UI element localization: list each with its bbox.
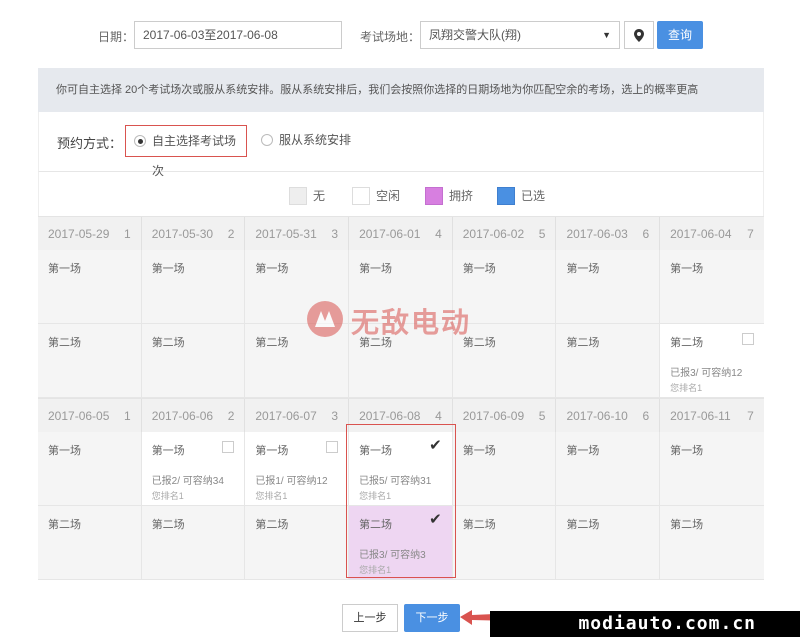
venue-label: 考试场地： (360, 30, 421, 44)
query-button[interactable]: 查询 (657, 21, 703, 49)
capacity-text: 已报3/ 可容纳3 (359, 550, 426, 561)
day-header: 2017-06-07 3 (245, 399, 350, 432)
day-header: 2017-05-30 2 (142, 217, 246, 250)
mode-option-self-select[interactable]: 自主选择考试场次 (125, 125, 247, 178)
legend-label: 拥挤 (449, 189, 474, 203)
day-header: 2017-06-02 5 (453, 217, 557, 250)
session-cell: 第二场 (556, 324, 661, 398)
legend-swatch (425, 187, 443, 205)
filter-bar: 日期： 2017-06-03至2017-06-08 考试场地： 凤翔交警大队(翔… (0, 0, 800, 68)
checkmark-icon[interactable]: ✔ (429, 436, 442, 454)
legend-item-selected: 已选 (497, 187, 545, 205)
session-row: 第二场 第二场 第二场 第二场 ✔ 已报3/ 可容纳3 您排名1 第二场 第二场… (38, 506, 764, 580)
day-header: 2017-06-11 7 (670, 408, 754, 423)
capacity-text: 已报2/ 可容纳34 (151, 476, 224, 487)
legend: 无 空闲 拥挤 已选 (38, 172, 764, 216)
session-cell: 第一场 (660, 432, 764, 506)
session-cell: 第二场 (141, 506, 246, 580)
location-pin-button[interactable] (624, 21, 654, 49)
day-header: 2017-05-29 1 (38, 217, 142, 250)
radio-unselected-icon (261, 134, 273, 146)
day-header: 2017-06-04 7 (670, 226, 754, 241)
session-cell: 第一场 (452, 432, 557, 506)
rank-text: 您排名1 (670, 383, 703, 393)
session-cell: 第一场 (38, 250, 142, 324)
week-header: 2017-06-05 1 2017-06-06 2 2017-06-07 3 2017… (38, 398, 764, 432)
session-cell: 第一场 (38, 432, 142, 506)
capacity-text: 已报3/ 可容纳12 (670, 368, 743, 379)
legend-label: 空闲 (376, 189, 401, 203)
session-cell: 第一场 (556, 250, 661, 324)
venue-select-value: 凤翔交警大队(翔) (429, 28, 521, 42)
rank-text: 您排名1 (359, 491, 392, 501)
legend-item-free: 空闲 (352, 187, 400, 205)
session-calendar: 2017-05-29 1 2017-05-30 2 2017-05-31 3 2017… (38, 216, 764, 580)
checkmark-icon[interactable]: ✔ (429, 510, 442, 528)
rank-text: 您排名1 (359, 565, 392, 575)
prev-step-button[interactable]: 上一步 (342, 604, 398, 632)
date-label: 日期： (98, 30, 135, 44)
session-cell-selected[interactable]: 第一场 ✔ 已报5/ 可容纳31 您排名1 (349, 432, 453, 506)
session-checkbox[interactable] (222, 441, 235, 453)
watermark-logo-icon (307, 301, 343, 337)
session-row: 第一场 第一场 已报2/ 可容纳34 您排名1 第一场 已报1/ 可容纳12 您… (38, 432, 764, 506)
session-cell: 第一场 (556, 432, 661, 506)
chevron-down-icon: ▼ (602, 30, 611, 40)
day-header: 2017-06-08 4 (349, 399, 453, 432)
legend-label: 已选 (521, 189, 546, 203)
session-cell-available[interactable]: 第一场 已报2/ 可容纳34 您排名1 (141, 432, 246, 506)
session-cell-available[interactable]: 第二场 已报3/ 可容纳12 您排名1 (660, 324, 764, 398)
capacity-text: 已报5/ 可容纳31 (359, 476, 432, 487)
legend-item-none: 无 (289, 187, 325, 205)
session-cell-crowded-selected[interactable]: 第二场 ✔ 已报3/ 可容纳3 您排名1 (349, 506, 453, 580)
legend-swatch (289, 187, 307, 205)
session-cell: 第一场 (141, 250, 246, 324)
venue-select[interactable]: 凤翔交警大队(翔) ▼ (420, 21, 620, 49)
rank-text: 您排名1 (151, 491, 184, 501)
session-checkbox[interactable] (326, 441, 339, 453)
mode-option-label: 服从系统安排 (279, 133, 352, 147)
session-cell: 第二场 (38, 506, 142, 580)
booking-mode-row: 预约方式： 自主选择考试场次 服从系统安排 (38, 112, 764, 178)
booking-mode-label: 预约方式： (57, 136, 123, 151)
session-cell: 第一场 (660, 250, 764, 324)
day-header: 2017-06-06 2 (142, 399, 246, 432)
location-pin-icon (634, 29, 644, 42)
legend-item-crowded: 拥挤 (425, 187, 473, 205)
next-step-button[interactable]: 下一步 (404, 604, 460, 632)
date-range-input[interactable]: 2017-06-03至2017-06-08 (134, 21, 342, 49)
day-header: 2017-06-05 1 (38, 399, 142, 432)
session-cell: 第二场 (452, 506, 557, 580)
watermark-text: 无敌电动 (351, 307, 472, 338)
day-header: 2017-06-10 6 (556, 399, 661, 432)
day-header: 2017-06-01 4 (349, 217, 453, 250)
radio-selected-icon (134, 135, 146, 147)
capacity-text: 已报1/ 可容纳12 (255, 476, 328, 487)
session-cell: 第二场 (38, 324, 142, 398)
session-checkbox[interactable] (741, 333, 754, 345)
week-header: 2017-05-29 1 2017-05-30 2 2017-05-31 3 2017… (38, 216, 764, 250)
session-cell: 第二场 (245, 506, 350, 580)
watermark-logo: 无敌电动 (305, 295, 505, 345)
session-cell: 第二场 (141, 324, 246, 398)
notice-banner: 你可自主选择 20个考试场次或服从系统安排。服从系统安排后，我们会按照你选择的日… (38, 68, 764, 112)
session-cell-available[interactable]: 第一场 已报1/ 可容纳12 您排名1 (245, 432, 350, 506)
day-header: 2017-06-03 6 (556, 217, 661, 250)
legend-label: 无 (313, 189, 326, 203)
watermark-url: modiauto.com.cn (578, 613, 756, 634)
day-header: 2017-06-09 5 (453, 399, 557, 432)
mode-option-system-assign[interactable]: 服从系统安排 (253, 125, 363, 157)
day-header: 2017-05-31 3 (245, 217, 350, 250)
legend-swatch (352, 187, 370, 205)
rank-text: 您排名1 (255, 491, 288, 501)
legend-swatch (497, 187, 515, 205)
session-cell: 第二场 (660, 506, 764, 580)
watermark-banner: modiauto.com.cn (490, 611, 800, 637)
session-cell: 第二场 (556, 506, 661, 580)
